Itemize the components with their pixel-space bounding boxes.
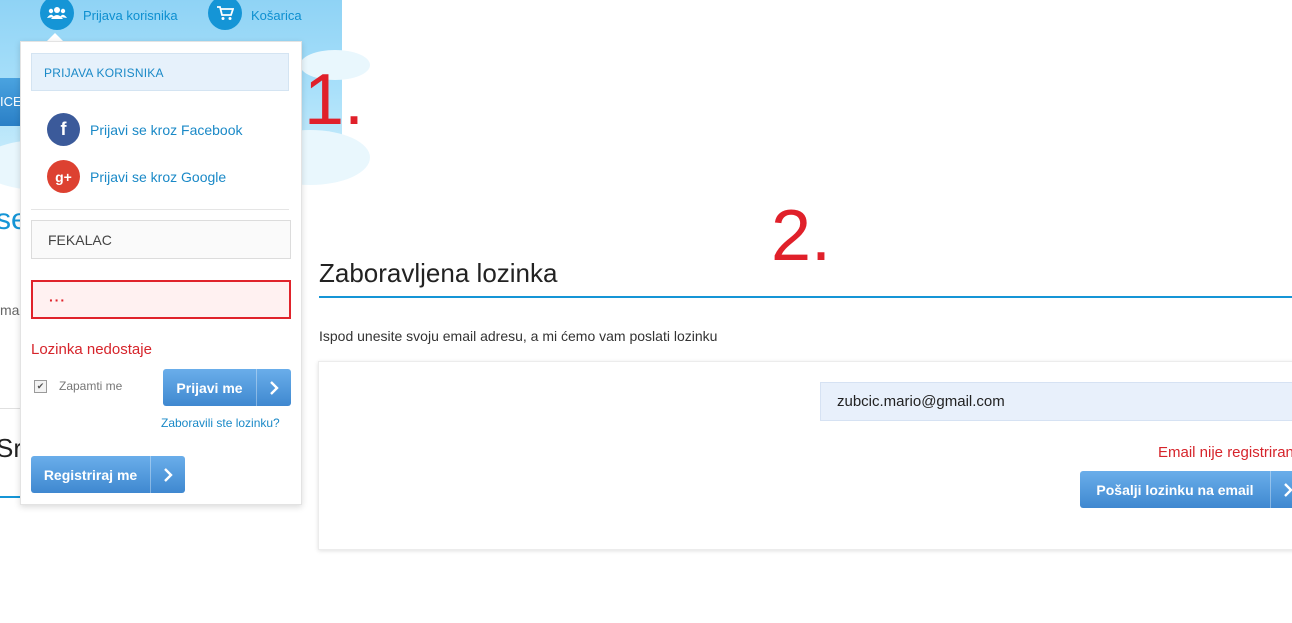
username-value: FEKALAC <box>48 231 112 248</box>
send-password-button[interactable]: Pošalji lozinku na email <box>1080 471 1292 508</box>
section-heading-fragment: Sr <box>0 433 22 463</box>
google-plus-icon: g+ <box>47 160 80 193</box>
email-value: zubcic.mario@gmail.com <box>837 393 1005 410</box>
remember-me-checkbox[interactable]: ✔ <box>34 379 47 393</box>
heading-underline <box>0 496 20 498</box>
remember-me-label: Zapamti me <box>59 379 123 393</box>
user-login-label: Prijava korisnika <box>83 7 178 23</box>
password-error-text: Lozinka nedostaje <box>31 341 152 358</box>
dropdown-divider <box>31 209 289 210</box>
chevron-right-icon <box>150 456 185 493</box>
login-dropdown: PRIJAVA KORISNIKA f Prijavi se kroz Face… <box>20 41 302 505</box>
forgot-password-title: Zaboravljena lozinka <box>319 258 558 288</box>
divider <box>0 408 20 409</box>
annotation-label-1: 1. <box>304 60 365 140</box>
email-error-text: Email nije registriran <box>1158 444 1292 461</box>
send-password-button-label: Pošalji lozinku na email <box>1096 481 1254 498</box>
facebook-icon: f <box>47 113 80 146</box>
google-login-label: Prijavi se kroz Google <box>90 168 227 185</box>
forgot-password-form: zubcic.mario@gmail.com Email nije regist… <box>318 361 1292 550</box>
email-input[interactable]: zubcic.mario@gmail.com <box>820 382 1292 421</box>
users-icon <box>40 0 74 30</box>
annotation-label-2: 2. <box>771 196 832 276</box>
facebook-login-link[interactable]: f Prijavi se kroz Facebook <box>47 113 243 146</box>
login-button-label: Prijavi me <box>176 379 243 396</box>
forgot-password-link[interactable]: Zaboravili ste lozinku? <box>161 416 280 430</box>
nav-item-fragment[interactable]: ICE <box>0 94 22 109</box>
user-login-link[interactable]: Prijava korisnika <box>40 0 178 30</box>
login-button[interactable]: Prijavi me <box>163 369 291 406</box>
chevron-right-icon <box>256 369 291 406</box>
register-button[interactable]: Registriraj me <box>31 456 185 493</box>
register-button-label: Registriraj me <box>43 466 138 483</box>
forgot-password-instruction: Ispod unesite svoju email adresu, a mi ć… <box>319 328 718 344</box>
username-input[interactable]: FEKALAC <box>31 220 291 259</box>
password-input[interactable]: ··· <box>31 280 291 319</box>
text-fragment: ma <box>0 302 20 318</box>
facebook-login-label: Prijavi se kroz Facebook <box>90 121 243 138</box>
chevron-right-icon <box>1270 471 1292 508</box>
cart-link[interactable]: Košarica <box>208 0 302 30</box>
cart-icon <box>208 0 242 30</box>
title-underline <box>319 296 1292 298</box>
remember-me[interactable]: ✔ Zapamti me <box>34 379 122 393</box>
login-dropdown-title: PRIJAVA KORISNIKA <box>31 53 289 91</box>
cart-label: Košarica <box>251 7 302 23</box>
google-login-link[interactable]: g+ Prijavi se kroz Google <box>47 160 226 193</box>
password-value: ··· <box>49 291 66 308</box>
